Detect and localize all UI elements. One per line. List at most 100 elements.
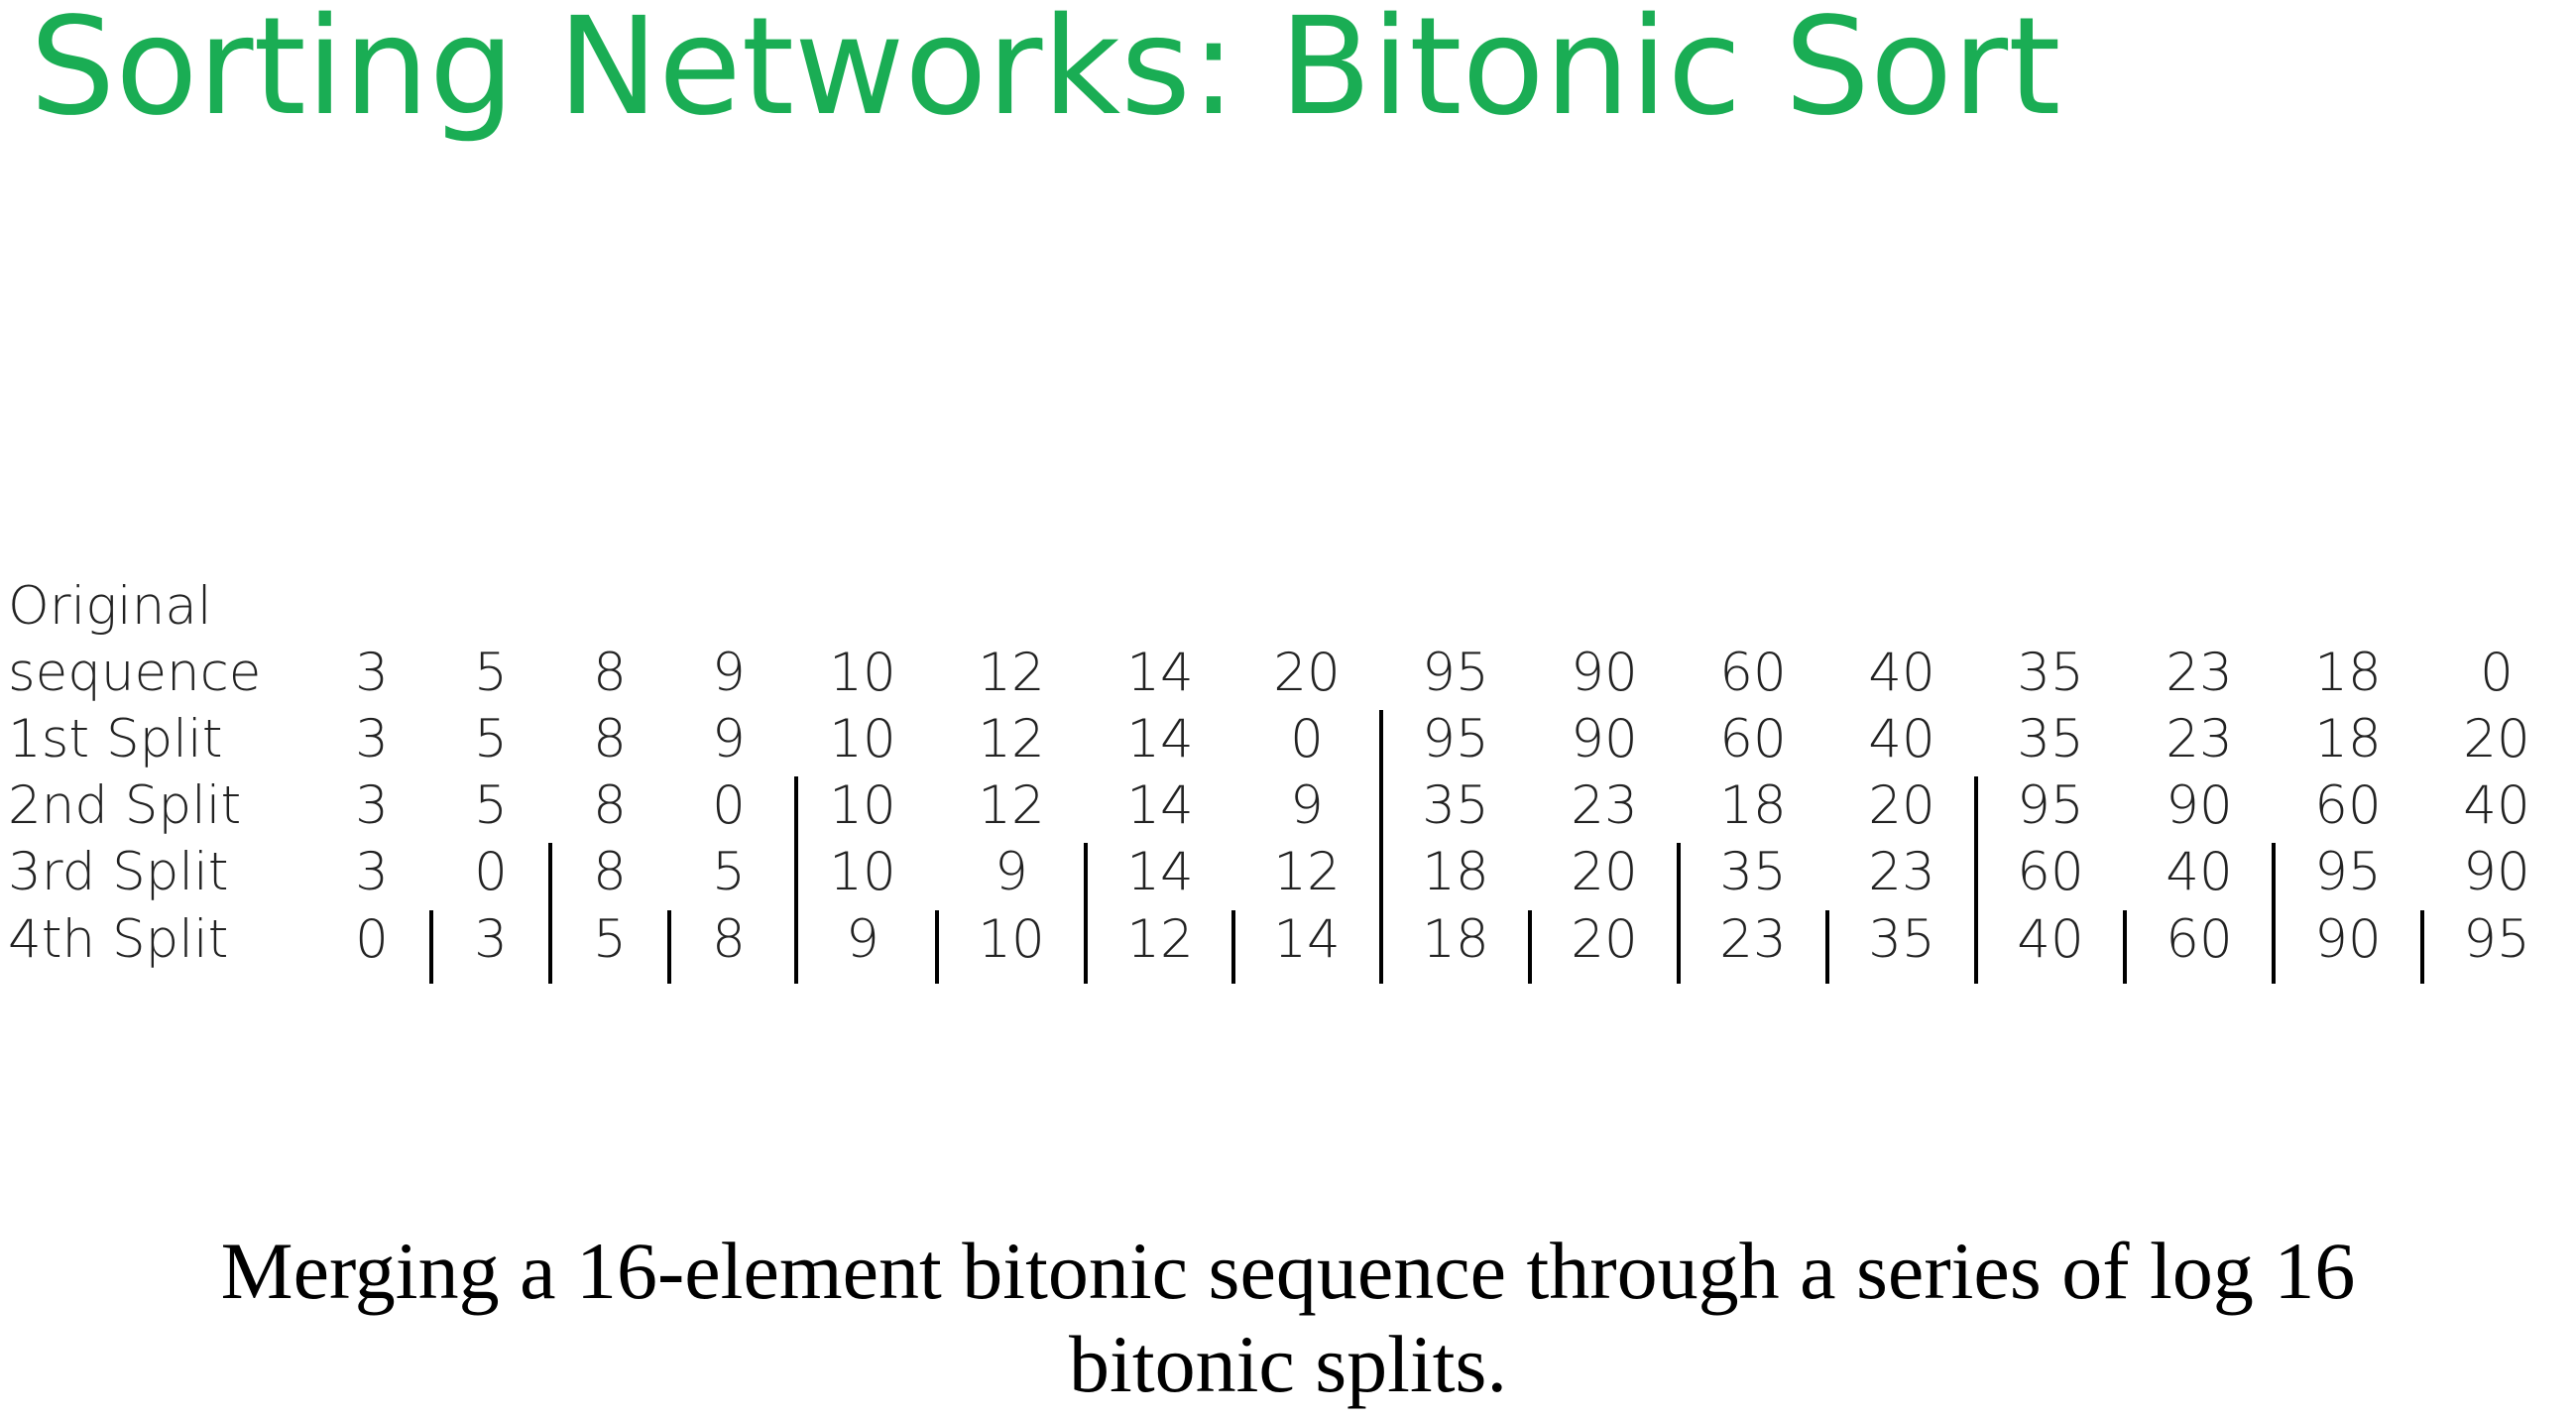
cell-r2-c1: 5 — [474, 775, 508, 836]
cell-r4-c12: 40 — [2017, 909, 2084, 970]
cell-r0-c15: 0 — [2480, 643, 2514, 703]
split-divider — [429, 910, 433, 984]
cell-r2-c10: 18 — [1719, 775, 1787, 836]
cell-r1-c8: 95 — [1422, 709, 1489, 769]
cell-r0-c0: 3 — [355, 643, 389, 703]
cell-r4-c14: 90 — [2314, 909, 2382, 970]
cell-r1-c1: 5 — [474, 709, 508, 769]
cell-r1-c12: 35 — [2017, 709, 2084, 769]
cell-r1-c9: 90 — [1571, 709, 1638, 769]
cell-r1-c3: 9 — [712, 709, 746, 769]
caption-line-1: Merging a 16-element bitonic sequence th… — [220, 1226, 2356, 1316]
cell-r0-c7: 20 — [1273, 643, 1341, 703]
cell-r1-c5: 12 — [978, 709, 1045, 769]
cell-r4-c7: 14 — [1273, 909, 1341, 970]
split-divider — [1974, 776, 1978, 984]
cell-r3-c15: 90 — [2463, 842, 2530, 902]
cell-r1-c15: 20 — [2463, 709, 2530, 769]
cell-r4-c10: 23 — [1719, 909, 1787, 970]
split-divider — [667, 910, 671, 984]
cell-r3-c3: 5 — [712, 842, 746, 902]
cell-r3-c2: 8 — [593, 842, 627, 902]
cell-r1-c6: 14 — [1126, 709, 1194, 769]
cell-r2-c11: 20 — [1868, 775, 1935, 836]
cell-r2-c7: 9 — [1290, 775, 1324, 836]
split-divider — [2420, 910, 2424, 984]
cell-r2-c8: 35 — [1422, 775, 1489, 836]
row-label-3rd-split: 3rd Split — [8, 842, 229, 902]
cell-r4-c2: 5 — [593, 909, 627, 970]
cell-r2-c2: 8 — [593, 775, 627, 836]
cell-r3-c8: 18 — [1422, 842, 1489, 902]
cell-r4-c8: 18 — [1422, 909, 1489, 970]
cell-r4-c11: 35 — [1868, 909, 1935, 970]
split-divider — [548, 843, 552, 984]
cell-r4-c4: 9 — [846, 909, 879, 970]
cell-r3-c12: 60 — [2017, 842, 2084, 902]
cell-r0-c13: 23 — [2166, 643, 2233, 703]
cell-r2-c13: 90 — [2166, 775, 2233, 836]
cell-r4-c0: 0 — [355, 909, 389, 970]
split-divider — [1084, 843, 1088, 984]
cell-r2-c12: 95 — [2017, 775, 2084, 836]
cell-r4-c5: 10 — [978, 909, 1045, 970]
cell-r2-c14: 60 — [2314, 775, 2382, 836]
cell-r0-c2: 8 — [593, 643, 627, 703]
split-divider — [2272, 843, 2276, 984]
split-divider — [2123, 910, 2127, 984]
cell-r2-c0: 3 — [355, 775, 389, 836]
split-divider — [1528, 910, 1532, 984]
cell-r1-c4: 10 — [829, 709, 896, 769]
cell-r4-c3: 8 — [712, 909, 746, 970]
split-divider — [794, 776, 798, 984]
cell-r4-c1: 3 — [474, 909, 508, 970]
caption: Merging a 16-element bitonic sequence th… — [0, 1225, 2576, 1412]
cell-r3-c5: 9 — [995, 842, 1028, 902]
cell-r1-c11: 40 — [1868, 709, 1935, 769]
cell-r1-c13: 23 — [2166, 709, 2233, 769]
cell-r0-c5: 12 — [978, 643, 1045, 703]
cell-r4-c9: 20 — [1571, 909, 1638, 970]
cell-r0-c14: 18 — [2314, 643, 2382, 703]
bitonic-split-table: Original sequence 1st Split 2nd Split 3r… — [0, 0, 2576, 1420]
cell-r2-c4: 10 — [829, 775, 896, 836]
cell-r3-c4: 10 — [829, 842, 896, 902]
cell-r1-c2: 8 — [593, 709, 627, 769]
cell-r3-c13: 40 — [2166, 842, 2233, 902]
cell-r3-c14: 95 — [2314, 842, 2382, 902]
cell-r0-c10: 60 — [1719, 643, 1787, 703]
cell-r1-c14: 18 — [2314, 709, 2382, 769]
cell-r0-c6: 14 — [1126, 643, 1194, 703]
cell-r3-c9: 20 — [1571, 842, 1638, 902]
split-divider — [1825, 910, 1829, 984]
cell-r0-c11: 40 — [1868, 643, 1935, 703]
cell-r1-c0: 3 — [355, 709, 389, 769]
cell-r0-c9: 90 — [1571, 643, 1638, 703]
cell-r2-c15: 40 — [2463, 775, 2530, 836]
cell-r3-c0: 3 — [355, 842, 389, 902]
split-divider — [935, 910, 939, 984]
cell-r0-c8: 95 — [1422, 643, 1489, 703]
cell-r3-c10: 35 — [1719, 842, 1787, 902]
cell-r2-c3: 0 — [712, 775, 746, 836]
row-label-2nd-split: 2nd Split — [8, 775, 242, 836]
cell-r0-c12: 35 — [2017, 643, 2084, 703]
cell-r4-c6: 12 — [1126, 909, 1194, 970]
cell-r1-c7: 0 — [1290, 709, 1324, 769]
row-label-1st-split: 1st Split — [8, 709, 223, 769]
row-label-sequence: sequence — [8, 643, 262, 703]
split-divider — [1231, 910, 1235, 984]
row-label-4th-split: 4th Split — [8, 909, 229, 970]
cell-r3-c11: 23 — [1868, 842, 1935, 902]
split-divider — [1677, 843, 1681, 984]
cell-r1-c10: 60 — [1719, 709, 1787, 769]
cell-r3-c7: 12 — [1273, 842, 1341, 902]
cell-r3-c6: 14 — [1126, 842, 1194, 902]
cell-r2-c5: 12 — [978, 775, 1045, 836]
cell-r0-c4: 10 — [829, 643, 896, 703]
split-divider — [1379, 710, 1383, 984]
caption-line-2: bitonic splits. — [1069, 1319, 1507, 1410]
cell-r0-c1: 5 — [474, 643, 508, 703]
cell-r4-c15: 95 — [2463, 909, 2530, 970]
row-label-original: Original — [8, 576, 212, 637]
